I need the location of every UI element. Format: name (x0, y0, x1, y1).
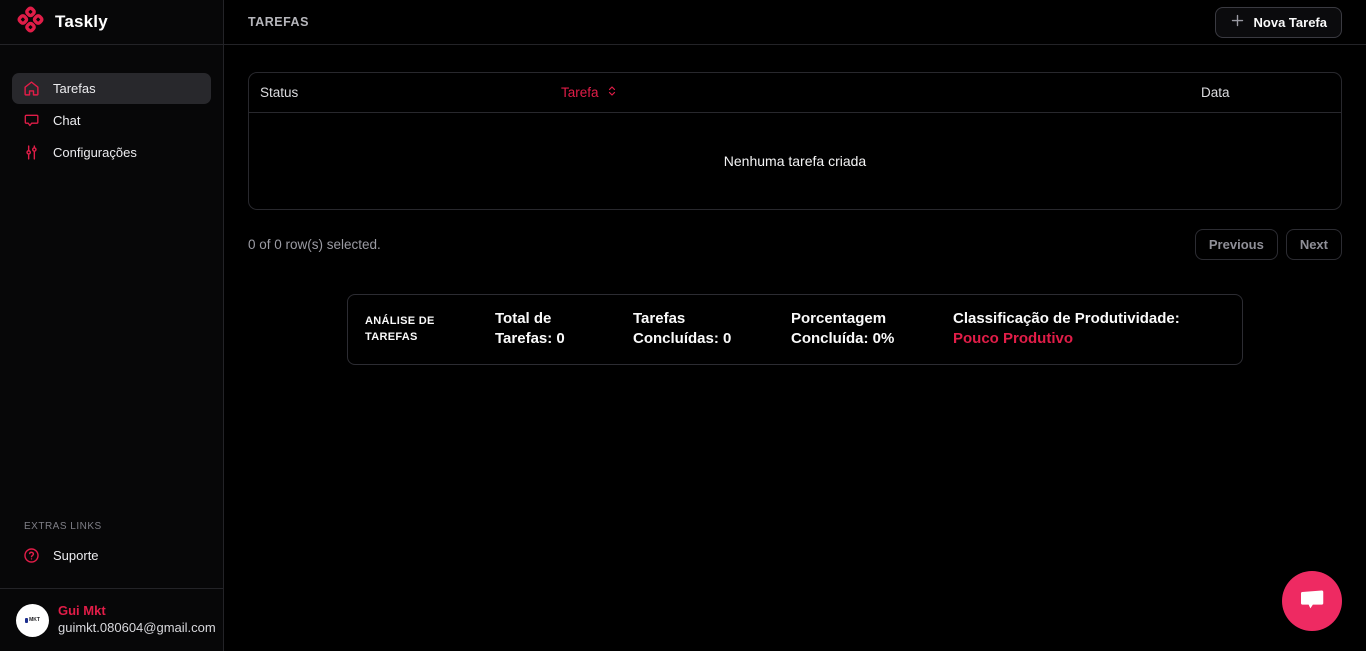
analysis-heading: ANÁLISE DE TAREFAS (365, 313, 439, 346)
main-area: TAREFAS Nova Tarefa Status Tarefa (224, 0, 1366, 651)
topbar: TAREFAS Nova Tarefa (224, 0, 1366, 45)
home-icon (23, 80, 40, 97)
previous-page-button[interactable]: Previous (1195, 229, 1278, 260)
column-header-status: Status (249, 85, 561, 100)
extras-links-heading: EXTRAS LINKS (0, 521, 223, 540)
new-task-label: Nova Tarefa (1254, 15, 1327, 30)
avatar: MKT (16, 604, 49, 637)
avatar-label: MKT (29, 617, 40, 623)
productivity-classification: Classificação de Produtividade: Pouco Pr… (953, 309, 1225, 350)
stat-completed-tasks: Tarefas Concluídas: 0 (633, 309, 735, 350)
column-header-data: Data (1201, 85, 1341, 100)
chat-bubble-icon (1297, 585, 1327, 618)
user-name: Gui Mkt (58, 603, 216, 620)
sidebar: Taskly Tarefas Chat (0, 0, 224, 651)
sidebar-item-label: Configurações (53, 145, 137, 160)
user-profile[interactable]: MKT Gui Mkt guimkt.080604@gmail.com (0, 588, 223, 651)
pagination-row: 0 of 0 row(s) selected. Previous Next (248, 229, 1342, 260)
avatar-logo-mark (25, 618, 28, 623)
user-email: guimkt.080604@gmail.com (58, 620, 216, 637)
help-circle-icon (23, 547, 40, 564)
brand-title: Taskly (55, 12, 108, 32)
plus-icon (1230, 13, 1245, 31)
classification-value: Pouco Produtivo (953, 330, 1073, 347)
new-task-button[interactable]: Nova Tarefa (1215, 7, 1342, 38)
column-header-tarefa-sort[interactable]: Tarefa (561, 85, 1201, 100)
sidebar-item-label: Suporte (53, 548, 99, 563)
sidebar-item-label: Tarefas (53, 81, 96, 96)
column-header-tarefa-label: Tarefa (561, 85, 599, 100)
tasks-table: Status Tarefa Data Nenhuma tarefa criada (248, 72, 1342, 210)
selection-count-text: 0 of 0 row(s) selected. (248, 237, 381, 252)
sidebar-item-configuracoes[interactable]: Configurações (12, 137, 211, 168)
empty-state-message: Nenhuma tarefa criada (249, 113, 1341, 209)
sidebar-bottom: EXTRAS LINKS Suporte MKT (0, 521, 223, 651)
task-analysis-card: ANÁLISE DE TAREFAS Total de Tarefas: 0 T… (347, 294, 1243, 365)
classification-label: Classificação de Produtividade: (953, 310, 1180, 327)
sidebar-nav: Tarefas Chat Configurações (0, 61, 223, 168)
taskly-logo-icon (17, 6, 44, 38)
content: Status Tarefa Data Nenhuma tarefa criada… (224, 45, 1366, 651)
next-page-button[interactable]: Next (1286, 229, 1342, 260)
page-title: TAREFAS (248, 15, 309, 29)
chat-icon (23, 112, 40, 129)
sidebar-item-tarefas[interactable]: Tarefas (12, 73, 211, 104)
sliders-icon (23, 144, 40, 161)
brand-header: Taskly (0, 0, 223, 45)
chat-widget-button[interactable] (1282, 571, 1342, 631)
sidebar-item-suporte[interactable]: Suporte (12, 540, 211, 571)
stat-completed-percentage: Porcentagem Concluída: 0% (791, 309, 897, 350)
sidebar-item-chat[interactable]: Chat (12, 105, 211, 136)
sidebar-item-label: Chat (53, 113, 80, 128)
table-header-row: Status Tarefa Data (249, 73, 1341, 113)
chevrons-up-down-icon (606, 85, 618, 100)
stat-total-tasks: Total de Tarefas: 0 (495, 309, 577, 350)
app: Taskly Tarefas Chat (0, 0, 1366, 651)
